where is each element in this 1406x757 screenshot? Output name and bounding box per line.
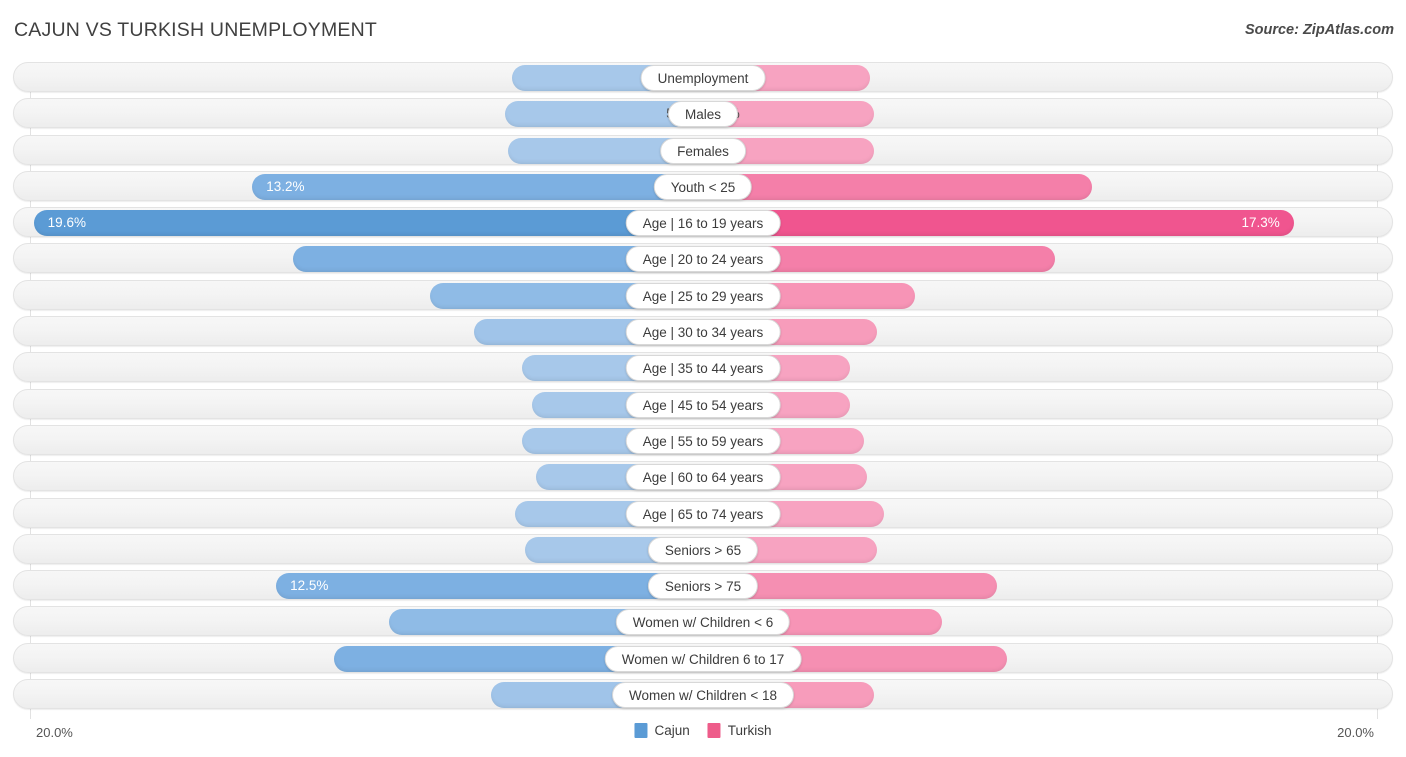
chart-row: 5.2%5.1%Seniors > 65 bbox=[13, 533, 1393, 564]
chart-footer: 20.0% Cajun Turkish 20.0% bbox=[0, 719, 1406, 757]
value-label-cajun: 19.6% bbox=[47, 215, 86, 231]
category-label: Age | 16 to 19 years bbox=[625, 210, 781, 237]
category-label: Women w/ Children < 18 bbox=[612, 682, 794, 709]
chart-row: 12.5%8.6%Seniors > 75 bbox=[13, 570, 1393, 601]
category-label: Age | 55 to 59 years bbox=[625, 427, 781, 454]
chart-row: 5.8%5.0%Males bbox=[13, 98, 1393, 129]
category-label: Women w/ Children 6 to 17 bbox=[604, 645, 802, 672]
category-label: Age | 25 to 29 years bbox=[625, 282, 781, 309]
value-label-cajun: 13.2% bbox=[266, 178, 305, 194]
chart-row: 4.9%4.8%Age | 60 to 64 years bbox=[13, 461, 1393, 492]
chart-legend: Cajun Turkish bbox=[634, 723, 772, 738]
chart-row: 6.2%5.0%Women w/ Children < 18 bbox=[13, 679, 1393, 710]
category-label: Age | 65 to 74 years bbox=[625, 500, 781, 527]
chart-row: 5.6%4.9%Unemployment bbox=[13, 62, 1393, 92]
chart-row: 9.2%7.0%Women w/ Children < 6 bbox=[13, 606, 1393, 637]
category-label: Youth < 25 bbox=[653, 173, 753, 200]
chart-row: 13.2%11.4%Youth < 25 bbox=[13, 170, 1393, 201]
chart-rows: 5.6%4.9%Unemployment 5.8%5.0%Males 5.7%5.0… bbox=[0, 62, 1406, 715]
chart-row: 8.0%6.2%Age | 25 to 29 years bbox=[13, 279, 1393, 310]
axis-label-left: 20.0% bbox=[36, 725, 73, 740]
chart-row: 19.6% 17.3% Age | 16 to 19 years bbox=[13, 207, 1393, 238]
source-attribution: Source: ZipAtlas.com bbox=[1244, 22, 1394, 38]
chart-header: CAJUN VS TURKISH UNEMPLOYMENT Source: Zi… bbox=[0, 0, 1406, 62]
value-label-turkish: 17.3% bbox=[1241, 215, 1280, 231]
legend-swatch-icon bbox=[707, 723, 721, 738]
chart-row: 5.3%4.3%Age | 35 to 44 years bbox=[13, 352, 1393, 383]
chart-row: 6.7%5.1%Age | 30 to 34 years bbox=[13, 316, 1393, 347]
category-label: Males bbox=[667, 101, 739, 128]
category-label: Seniors > 65 bbox=[647, 536, 759, 563]
axis-label-right: 20.0% bbox=[1337, 725, 1374, 740]
category-label: Age | 60 to 64 years bbox=[625, 464, 781, 491]
legend-item[interactable]: Turkish bbox=[707, 723, 772, 738]
chart-row: 5.3%4.7%Age | 55 to 59 years bbox=[13, 424, 1393, 455]
category-label: Age | 45 to 54 years bbox=[625, 391, 781, 418]
chart-row: 5.0%4.3%Age | 45 to 54 years bbox=[13, 388, 1393, 419]
legend-label: Turkish bbox=[727, 723, 772, 738]
legend-label: Cajun bbox=[654, 723, 690, 738]
category-label: Age | 30 to 34 years bbox=[625, 319, 781, 346]
chart-plot-area: 5.6%4.9%Unemployment 5.8%5.0%Males 5.7%5.0… bbox=[0, 62, 1406, 719]
category-label: Seniors > 75 bbox=[647, 573, 759, 600]
category-label: Females bbox=[660, 137, 746, 164]
bar-turkish bbox=[703, 173, 1093, 200]
page-title: CAJUN VS TURKISH UNEMPLOYMENT bbox=[14, 19, 377, 41]
category-label: Unemployment bbox=[640, 65, 766, 91]
chart-row: 5.5%5.3%Age | 65 to 74 years bbox=[13, 497, 1393, 528]
category-label: Age | 20 to 24 years bbox=[625, 246, 781, 273]
category-label: Age | 35 to 44 years bbox=[625, 355, 781, 382]
chart-row: 10.8%8.9%Women w/ Children 6 to 17 bbox=[13, 642, 1393, 673]
chart-row: 12.0%10.3%Age | 20 to 24 years bbox=[13, 243, 1393, 274]
legend-item[interactable]: Cajun bbox=[634, 723, 690, 738]
value-label-cajun: 12.5% bbox=[290, 578, 329, 594]
category-label: Women w/ Children < 6 bbox=[615, 609, 791, 636]
legend-swatch-icon bbox=[634, 723, 648, 738]
chart-row: 5.7%5.0%Females bbox=[13, 134, 1393, 165]
